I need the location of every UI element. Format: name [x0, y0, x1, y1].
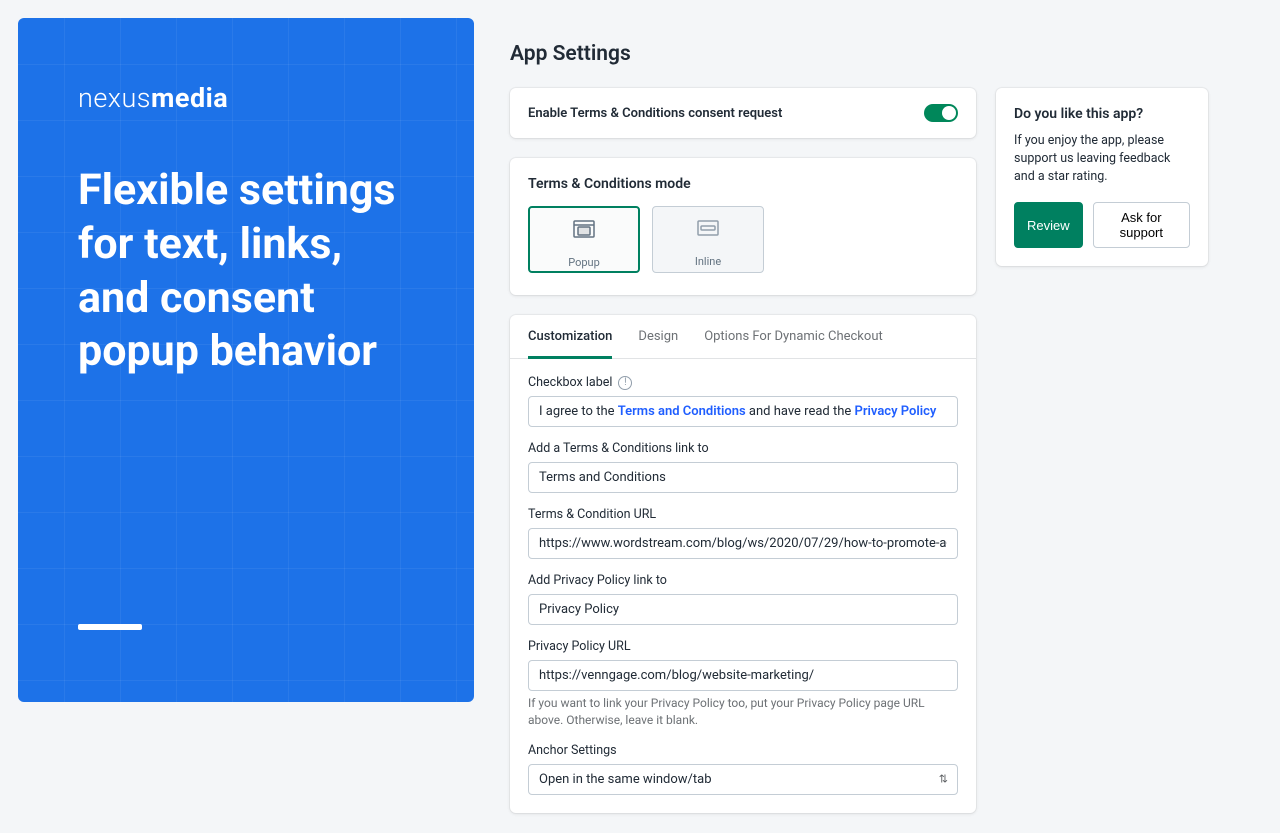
promo-panel: nexusmedia Flexible settings for text, l…: [18, 18, 474, 702]
terms-url-input[interactable]: [528, 528, 958, 559]
brand-bold: media: [151, 82, 228, 114]
brand-light: nexus: [78, 82, 151, 114]
mode-option-inline[interactable]: Inline: [652, 206, 764, 273]
privacy-url-hint: If you want to link your Privacy Policy …: [528, 695, 958, 729]
checkbox-label-input[interactable]: I agree to the Terms and Conditions and …: [528, 396, 958, 427]
add-terms-link-label: Add a Terms & Conditions link to: [528, 441, 958, 456]
mode-option-label: Popup: [530, 250, 638, 271]
inline-icon: [653, 207, 763, 249]
enable-toggle[interactable]: [924, 104, 958, 122]
page-title: App Settings: [510, 42, 976, 66]
add-terms-link-input[interactable]: [528, 462, 958, 493]
promo-headline: Flexible settings for text, links, and c…: [78, 164, 418, 379]
feedback-card: Do you like this app? If you enjoy the a…: [996, 88, 1208, 266]
enable-toggle-card: Enable Terms & Conditions consent reques…: [510, 88, 976, 138]
popup-icon: [530, 208, 638, 250]
help-icon[interactable]: !: [618, 376, 632, 390]
mode-option-label: Inline: [653, 249, 763, 270]
privacy-url-input[interactable]: [528, 660, 958, 691]
tab-design[interactable]: Design: [638, 315, 678, 358]
promo-underline: [78, 624, 142, 630]
privacy-link[interactable]: Privacy Policy: [855, 404, 937, 419]
tab-dynamic-checkout[interactable]: Options For Dynamic Checkout: [704, 315, 883, 358]
ask-support-button[interactable]: Ask for support: [1093, 202, 1190, 248]
terms-url-label: Terms & Condition URL: [528, 507, 958, 522]
add-privacy-link-input[interactable]: [528, 594, 958, 625]
mode-title: Terms & Conditions mode: [528, 176, 958, 192]
brand-logo: nexusmedia: [78, 82, 426, 114]
review-button[interactable]: Review: [1014, 202, 1083, 248]
feedback-text: If you enjoy the app, please support us …: [1014, 132, 1190, 186]
anchor-label: Anchor Settings: [528, 743, 958, 758]
privacy-url-label: Privacy Policy URL: [528, 639, 958, 654]
checkbox-label-label: Checkbox label !: [528, 375, 958, 390]
terms-link[interactable]: Terms and Conditions: [618, 404, 746, 419]
tab-customization[interactable]: Customization: [528, 315, 612, 359]
feedback-title: Do you like this app?: [1014, 106, 1190, 122]
settings-tabs-card: Customization Design Options For Dynamic…: [510, 315, 976, 813]
mode-card: Terms & Conditions mode Popup: [510, 158, 976, 295]
anchor-select[interactable]: [528, 764, 958, 795]
enable-toggle-label: Enable Terms & Conditions consent reques…: [528, 106, 782, 121]
tabs: Customization Design Options For Dynamic…: [510, 315, 976, 359]
mode-option-popup[interactable]: Popup: [528, 206, 640, 273]
add-privacy-link-label: Add Privacy Policy link to: [528, 573, 958, 588]
